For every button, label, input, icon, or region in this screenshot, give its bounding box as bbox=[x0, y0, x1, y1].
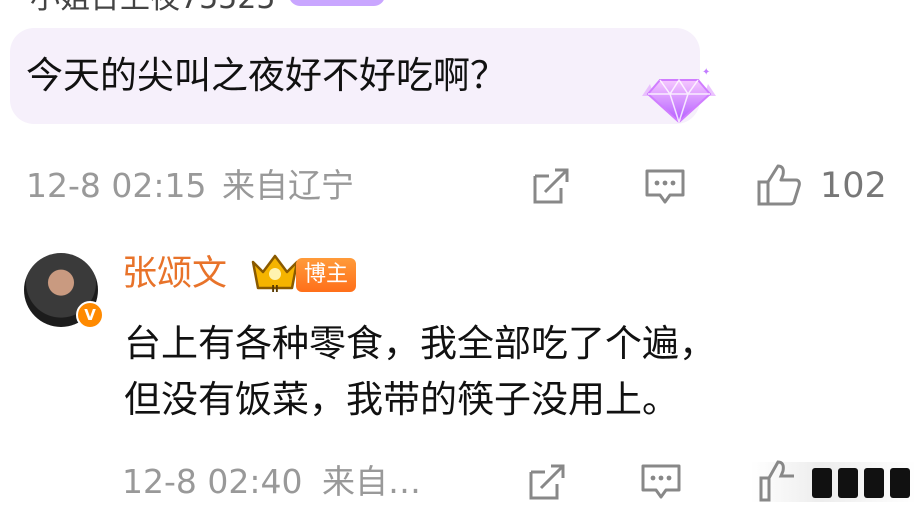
verified-icon: V bbox=[76, 301, 104, 329]
reply-comment-icon[interactable] bbox=[640, 462, 682, 502]
share-icon[interactable] bbox=[531, 166, 571, 206]
comment-location: 来自辽宁 bbox=[222, 166, 354, 205]
watermark-block bbox=[812, 468, 832, 498]
reply-location: 来自… bbox=[322, 462, 421, 501]
member-badge bbox=[289, 0, 386, 6]
reply-username[interactable]: 张颂文 bbox=[122, 252, 227, 296]
reply-date: 12-8 02:40 bbox=[122, 462, 303, 501]
previous-username-text: 小姐台上夜75525 bbox=[30, 0, 275, 17]
crown-level-icon: II bbox=[251, 254, 299, 294]
like-icon[interactable] bbox=[756, 162, 802, 208]
comment-text: 今天的尖叫之夜好不好吃啊？ bbox=[26, 54, 507, 97]
crown-level: II bbox=[271, 284, 278, 294]
watermark-block bbox=[864, 468, 884, 498]
like-count: 102 bbox=[820, 166, 887, 206]
reply-text: 台上有各种零食，我全部吃了个遍， 但没有饭菜，我带的筷子没用上。 bbox=[124, 316, 716, 428]
comment-icon[interactable] bbox=[644, 167, 686, 207]
comment-bubble: 今天的尖叫之夜好不好吃啊？ bbox=[10, 28, 700, 124]
reply-share-icon[interactable] bbox=[527, 462, 567, 502]
watermark-blocks bbox=[812, 468, 910, 498]
comment-date: 12-8 02:15 bbox=[26, 166, 207, 205]
blogger-badge: 博主 bbox=[296, 258, 357, 292]
previous-comment-username[interactable]: 小姐台上夜75525 bbox=[30, 0, 386, 16]
reply-line-2: 但没有饭菜，我带的筷子没用上。 bbox=[124, 378, 679, 421]
reply-line-1: 台上有各种零食，我全部吃了个遍， bbox=[124, 322, 716, 365]
watermark-block bbox=[890, 468, 910, 498]
diamond-gift-icon[interactable]: ✦ bbox=[640, 66, 718, 128]
svg-text:✦: ✦ bbox=[702, 67, 710, 78]
reply-like-icon[interactable] bbox=[758, 458, 798, 504]
avatar[interactable]: V bbox=[24, 253, 104, 329]
watermark-block bbox=[838, 468, 858, 498]
